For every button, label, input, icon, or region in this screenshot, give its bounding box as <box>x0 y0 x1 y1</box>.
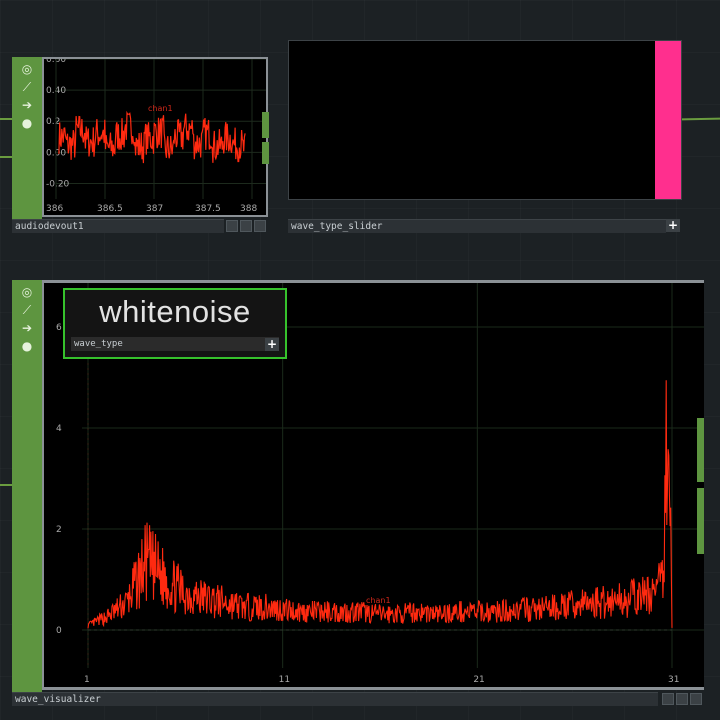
slider-fill-bar[interactable] <box>655 41 681 199</box>
series-chan1-line <box>58 110 246 164</box>
viewer-toggle-icon[interactable]: ◎ <box>19 61 35 77</box>
bypass-icon[interactable]: ⟋ <box>19 79 35 95</box>
audiodevout-corner-button-1[interactable] <box>226 220 238 232</box>
y-tick-label: 6 <box>56 323 62 333</box>
visualizer-corner-button-1[interactable] <box>662 693 674 705</box>
wave-type-add-button[interactable]: + <box>265 338 279 351</box>
y-tick-label: -0.20 <box>46 179 70 189</box>
audiodevout-node[interactable]: ◎ ⟋ ➔ ● 0.60 0.40 0.2 0.00 -0.20 386 386.5 387 3… <box>12 57 268 221</box>
x-tick-label: 388 <box>240 204 257 214</box>
wave-type-value: whitenoise <box>99 294 251 329</box>
x-tick-label: 386 <box>46 204 63 214</box>
export-arrow-icon[interactable]: ➔ <box>19 97 35 113</box>
audiodevout-name-label[interactable]: audiodevout1 <box>12 219 224 233</box>
x-tick-label: 386.5 <box>97 204 123 214</box>
series-chan1-line <box>87 380 673 629</box>
x-tick-label: 31 <box>668 675 679 685</box>
y-tick-label: 0.2 <box>46 117 60 127</box>
bypass-icon[interactable]: ⟋ <box>19 302 35 318</box>
y-tick-label: 0 <box>56 626 62 636</box>
x-tick-label: 387.5 <box>195 204 221 214</box>
slider-output-wire <box>681 117 720 121</box>
audiodevout-output-connector-2[interactable] <box>262 142 269 164</box>
x-tick-label: 11 <box>279 675 290 685</box>
audiodevout-output-connector[interactable] <box>262 112 269 138</box>
x-tick-label: 21 <box>473 675 484 685</box>
y-tick-label: 2 <box>56 525 62 535</box>
export-arrow-icon[interactable]: ➔ <box>19 320 35 336</box>
lock-icon[interactable]: ● <box>19 115 35 131</box>
wave-visualizer-name-label[interactable]: wave_visualizer <box>12 692 658 706</box>
audiodevout-sidebar: ◎ ⟋ ➔ ● <box>12 57 42 221</box>
wave-type-field-label[interactable]: wave_type <box>71 337 279 351</box>
visualizer-corner-button-3[interactable] <box>690 693 702 705</box>
wave-type-slider-viewer[interactable] <box>288 40 682 200</box>
audiodevout-corner-button-3[interactable] <box>254 220 266 232</box>
audiodevout-chart: 0.600.400.20.00-0.20386 386.5 387 387.5 388c… <box>46 59 266 214</box>
audiodevout-viewer[interactable]: 0.60 0.40 0.2 0.00 -0.20 386 386.5 387 387.5 388 c… <box>44 59 266 215</box>
viewer-toggle-icon[interactable]: ◎ <box>19 284 35 300</box>
series-label: chan1 <box>366 596 391 605</box>
visualizer-output-connector[interactable] <box>697 418 704 482</box>
x-tick-label: 1 <box>84 675 90 685</box>
series-label: chan1 <box>148 104 173 113</box>
slider-add-button[interactable]: + <box>666 219 680 232</box>
visualizer-corner-button-2[interactable] <box>676 693 688 705</box>
wave-type-text-node[interactable]: whitenoise wave_type + <box>63 288 287 359</box>
audiodevout-corner-button-2[interactable] <box>240 220 252 232</box>
wave-visualizer-sidebar: ◎ ⟋ ➔ ● <box>12 280 42 694</box>
y-tick-label: 4 <box>56 424 62 434</box>
lock-icon[interactable]: ● <box>19 338 35 354</box>
x-tick-label: 387 <box>146 204 163 214</box>
visualizer-output-connector-2[interactable] <box>697 488 704 554</box>
wave-type-slider-name-label[interactable]: wave_type_slider <box>288 219 666 233</box>
